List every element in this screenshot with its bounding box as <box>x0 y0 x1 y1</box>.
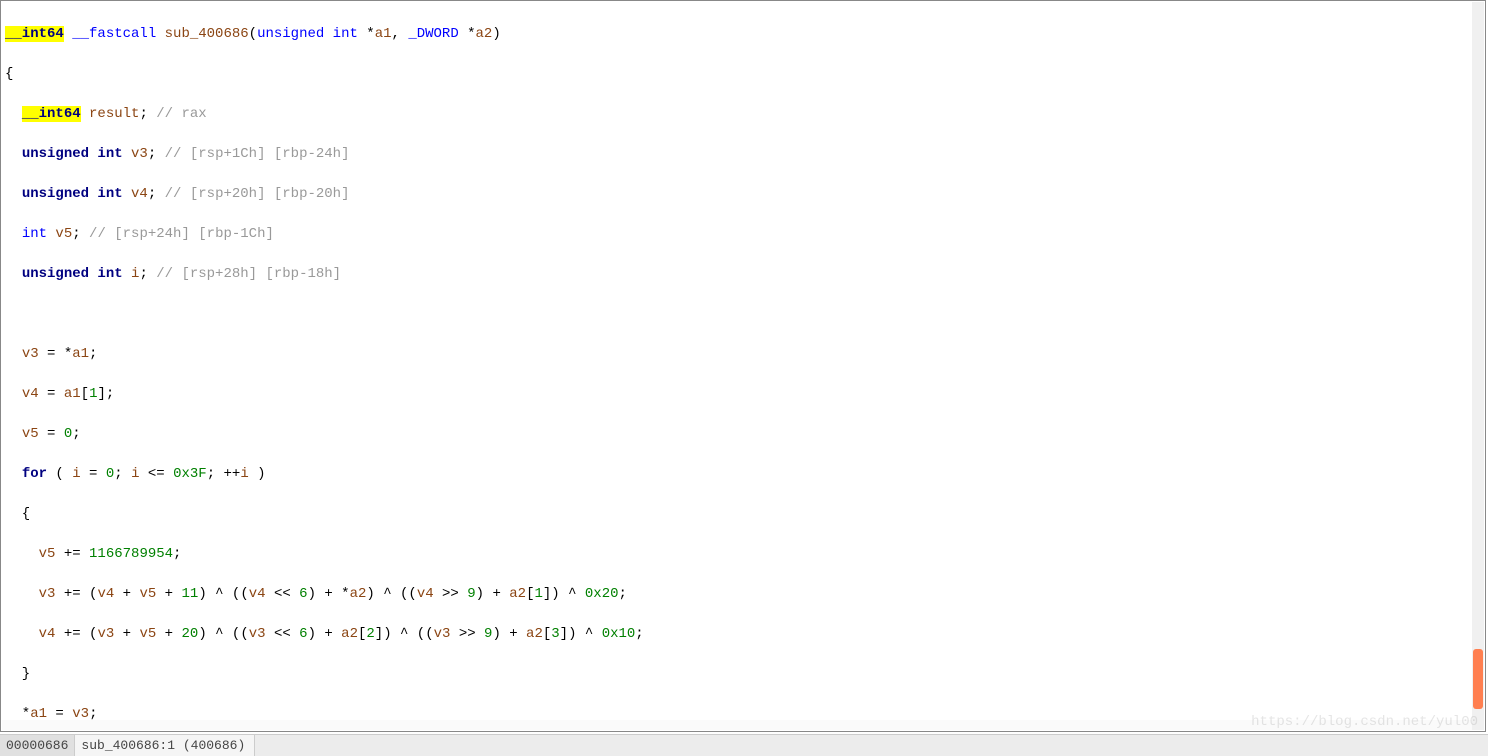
status-address[interactable]: 00000686 <box>0 735 75 756</box>
code-line[interactable]: v3 += (v4 + v5 + 11) ^ ((v4 << 6) + *a2)… <box>5 584 1481 604</box>
code-line[interactable]: { <box>5 64 1481 84</box>
status-function[interactable]: sub_400686:1 (400686) <box>75 735 255 756</box>
code-line[interactable]: v5 = 0; <box>5 424 1481 444</box>
status-bar: 00000686 sub_400686:1 (400686) <box>0 734 1488 756</box>
code-line[interactable]: unsigned int i; // [rsp+28h] [rbp-18h] <box>5 264 1481 284</box>
type-int64: __int64 <box>5 26 64 42</box>
code-line[interactable]: } <box>5 664 1481 684</box>
vertical-scrollbar[interactable] <box>1472 2 1484 730</box>
code-line[interactable]: v4 += (v3 + v5 + 20) ^ ((v3 << 6) + a2[2… <box>5 624 1481 644</box>
code-line[interactable]: { <box>5 504 1481 524</box>
code-line[interactable]: v4 = a1[1]; <box>5 384 1481 404</box>
decompiler-view: __int64 __fastcall sub_400686(unsigned i… <box>0 0 1486 732</box>
code-line[interactable]: __int64 __fastcall sub_400686(unsigned i… <box>5 24 1481 44</box>
code-line[interactable] <box>5 304 1481 324</box>
code-line[interactable]: int v5; // [rsp+24h] [rbp-1Ch] <box>5 224 1481 244</box>
watermark: https://blog.csdn.net/yul00 <box>1251 714 1478 730</box>
code-line[interactable]: __int64 result; // rax <box>5 104 1481 124</box>
code-line[interactable]: unsigned int v4; // [rsp+20h] [rbp-20h] <box>5 184 1481 204</box>
code-area[interactable]: __int64 __fastcall sub_400686(unsigned i… <box>1 1 1485 732</box>
code-line[interactable]: v5 += 1166789954; <box>5 544 1481 564</box>
code-line[interactable]: v3 = *a1; <box>5 344 1481 364</box>
code-line[interactable]: unsigned int v3; // [rsp+1Ch] [rbp-24h] <box>5 144 1481 164</box>
code-line[interactable]: for ( i = 0; i <= 0x3F; ++i ) <box>5 464 1481 484</box>
scroll-thumb[interactable] <box>1473 649 1483 709</box>
